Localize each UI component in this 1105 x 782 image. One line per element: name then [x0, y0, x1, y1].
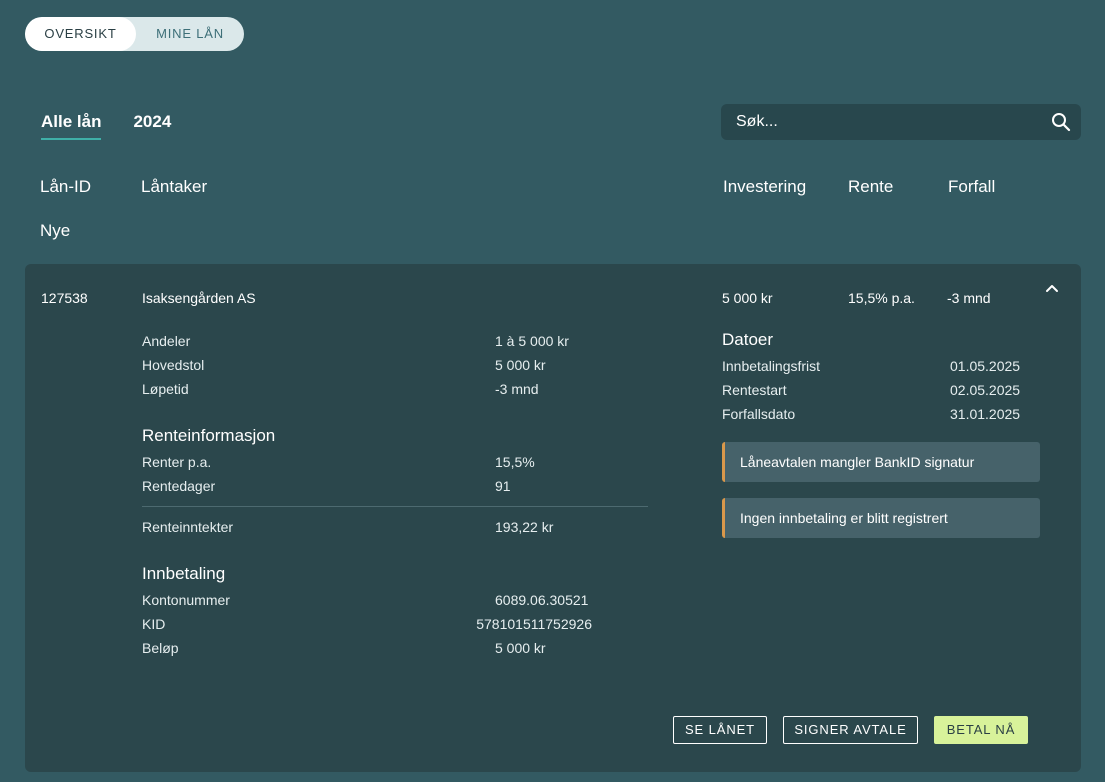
detail-label: Renteinntekter: [142, 519, 234, 535]
detail-value: 02.05.2025: [950, 382, 1021, 398]
pay-now-button[interactable]: BETAL NÅ: [934, 716, 1028, 744]
detail-row: KID 578101511752926: [142, 612, 592, 636]
column-header-rate[interactable]: Rente: [848, 177, 893, 197]
search-icon[interactable]: [1041, 104, 1081, 140]
alert-bankid-signature: Låneavtalen mangler BankID signatur: [722, 442, 1040, 482]
loan-borrower: Isaksengården AS: [142, 290, 256, 306]
detail-label: Andeler: [142, 333, 191, 349]
column-header-due[interactable]: Forfall: [948, 177, 995, 197]
detail-row: Kontonummer 6089.06.30521: [142, 588, 592, 612]
view-loan-button[interactable]: SE LÅNET: [673, 716, 767, 744]
detail-label: Forfallsdato: [722, 406, 796, 422]
detail-value: 15,5%: [495, 454, 535, 470]
detail-label: Renter p.a.: [142, 454, 212, 470]
detail-value: 31.01.2025: [950, 406, 1021, 422]
detail-label: Beløp: [142, 640, 179, 656]
interest-details: Renter p.a. 15,5% Rentedager 91: [142, 450, 592, 498]
loan-id: 127538: [41, 290, 88, 306]
loan-due: -3 mnd: [947, 290, 991, 306]
detail-row: Forfallsdato 31.01.2025: [722, 402, 1032, 426]
detail-label: Kontonummer: [142, 592, 230, 608]
detail-row: Innbetalingsfrist 01.05.2025: [722, 354, 1032, 378]
detail-value: -3 mnd: [495, 381, 539, 397]
interest-total: Renteinntekter 193,22 kr: [142, 515, 592, 539]
detail-row: Andeler 1 à 5 000 kr: [142, 329, 592, 353]
detail-row: Renteinntekter 193,22 kr: [142, 515, 592, 539]
detail-label: Rentestart: [722, 382, 787, 398]
loan-investment: 5 000 kr: [722, 290, 773, 306]
alert-no-payment: Ingen innbetaling er blitt registrert: [722, 498, 1040, 538]
column-header-investment[interactable]: Investering: [723, 177, 806, 197]
search-input[interactable]: [721, 104, 1041, 140]
detail-value: 578101511752926: [476, 616, 592, 632]
detail-row: Hovedstol 5 000 kr: [142, 353, 592, 377]
detail-value: 5 000 kr: [495, 357, 546, 373]
sign-agreement-button[interactable]: SIGNER AVTALE: [783, 716, 918, 744]
column-header-loan-id[interactable]: Lån-ID: [40, 177, 91, 197]
detail-row: Rentestart 02.05.2025: [722, 378, 1032, 402]
interest-divider: [142, 506, 648, 507]
detail-label: Hovedstol: [142, 357, 205, 373]
detail-value: 193,22 kr: [495, 519, 554, 535]
filter-tabs: Alle lån 2024: [41, 112, 171, 140]
detail-label: Innbetalingsfrist: [722, 358, 821, 374]
detail-value: 1 à 5 000 kr: [495, 333, 569, 349]
loan-details: Andeler 1 à 5 000 kr Hovedstol 5 000 kr Lø…: [142, 329, 592, 401]
detail-value: 5 000 kr: [495, 640, 546, 656]
detail-value: 01.05.2025: [950, 358, 1021, 374]
payment-heading: Innbetaling: [142, 564, 226, 583]
detail-label: Rentedager: [142, 478, 216, 494]
dates-details: Innbetalingsfrist 01.05.2025 Rentestart 02…: [722, 354, 1032, 426]
search-box: [721, 104, 1081, 140]
collapse-chevron-icon[interactable]: [1043, 280, 1061, 298]
view-toggle: OVERSIKT MINE LÅN: [25, 17, 244, 51]
detail-row: Renter p.a. 15,5%: [142, 450, 592, 474]
toggle-my-loans[interactable]: MINE LÅN: [136, 17, 244, 51]
detail-value: 6089.06.30521: [495, 592, 589, 608]
interest-heading: Renteinformasjon: [142, 426, 276, 445]
detail-value: 91: [495, 478, 511, 494]
tab-2024[interactable]: 2024: [133, 112, 171, 140]
loan-card: 127538 Isaksengården AS 5 000 kr 15,5% p…: [25, 264, 1081, 772]
detail-label: KID: [142, 616, 166, 632]
tab-all-loans[interactable]: Alle lån: [41, 112, 102, 140]
detail-row: Beløp 5 000 kr: [142, 636, 592, 660]
column-header-borrower[interactable]: Låntaker: [141, 177, 207, 197]
detail-row: Løpetid -3 mnd: [142, 377, 592, 401]
payment-details: Kontonummer 6089.06.30521 KID 578101511752…: [142, 588, 592, 660]
detail-label: Løpetid: [142, 381, 189, 397]
dates-heading: Datoer: [722, 330, 774, 349]
section-label-new: Nye: [40, 221, 71, 240]
toggle-overview[interactable]: OVERSIKT: [25, 17, 136, 51]
loan-rate: 15,5% p.a.: [848, 290, 915, 306]
detail-row: Rentedager 91: [142, 474, 592, 498]
